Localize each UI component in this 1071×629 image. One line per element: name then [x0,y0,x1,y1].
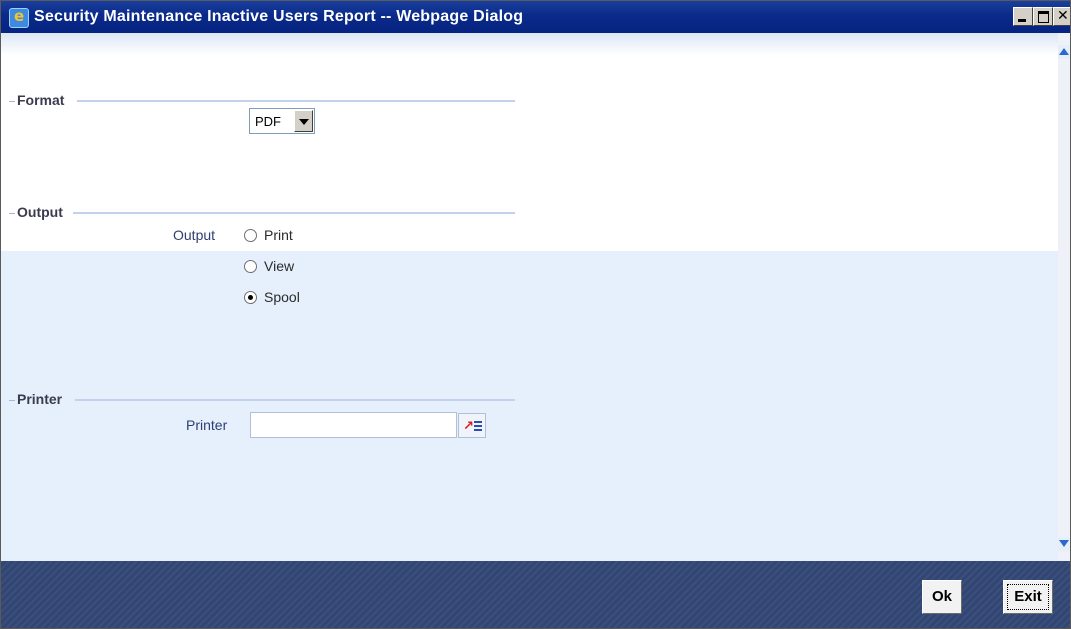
radio-print-label[interactable]: Print [264,227,293,243]
radio-spool-label[interactable]: Spool [264,289,300,305]
printer-section-title: Printer [9,391,62,407]
format-section-label: Format [17,92,65,108]
close-icon[interactable] [1053,7,1070,26]
printer-section-label: Printer [17,391,63,407]
radio-spool-icon[interactable] [244,291,257,304]
output-field-label: Output [173,227,216,243]
section-divider [9,212,15,214]
lov-arrow-icon: ↗ [463,419,474,434]
radio-view-label[interactable]: View [264,258,294,274]
lov-list-icon [474,421,482,431]
scroll-up-icon[interactable] [1058,45,1070,59]
format-select[interactable]: PDF [249,108,315,134]
printer-input[interactable] [250,412,457,438]
radio-print-icon[interactable] [244,229,257,242]
scroll-down-icon[interactable] [1058,537,1070,551]
radio-view-icon[interactable] [244,260,257,273]
section-divider [9,399,15,401]
ie-icon [9,7,29,28]
dialog-content: Format PDF Output Output Print View Spoo… [1,33,1058,561]
format-selected-value: PDF [255,114,281,129]
footer-bar: Ok Exit [1,561,1070,628]
title-bar[interactable]: Security Maintenance Inactive Users Repo… [1,1,1070,33]
vertical-scrollbar[interactable] [1058,33,1070,561]
format-divider [77,100,515,102]
output-section-label: Output [17,204,63,220]
format-section-title: Format [9,92,64,108]
ok-button[interactable]: Ok [922,580,962,614]
options-panel [1,251,1058,561]
section-divider [9,100,15,102]
output-section-title: Output [9,204,63,220]
chevron-down-icon[interactable] [294,110,313,132]
header-band [1,33,1058,55]
exit-button[interactable]: Exit [1003,580,1053,614]
printer-divider [75,399,515,401]
list-of-values-button[interactable]: ↗ [458,413,486,438]
printer-field-label: Printer [186,417,228,433]
minimize-icon[interactable] [1013,7,1033,26]
maximize-icon[interactable] [1033,7,1053,26]
dialog-window: Security Maintenance Inactive Users Repo… [0,0,1071,629]
window-title: Security Maintenance Inactive Users Repo… [34,8,524,25]
output-divider [73,212,515,214]
